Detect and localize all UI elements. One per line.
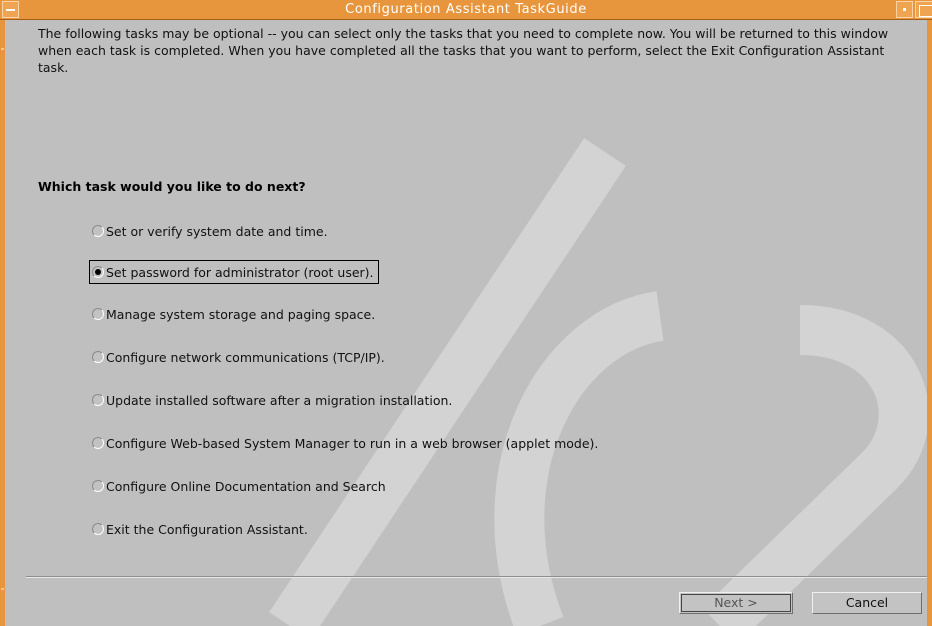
option-online-docs[interactable]: Configure Online Documentation and Searc…	[92, 476, 386, 496]
option-label: Exit the Configuration Assistant.	[106, 521, 308, 537]
maximize-icon[interactable]	[915, 1, 932, 18]
option-websm-applet[interactable]: Configure Web-based System Manager to ru…	[92, 433, 598, 453]
option-update-software[interactable]: Update installed software after a migrat…	[92, 390, 452, 410]
radio-button[interactable]	[92, 351, 104, 363]
title-bar[interactable]: Configuration Assistant TaskGuide	[0, 0, 932, 20]
option-label: Configure Web-based System Manager to ru…	[106, 435, 599, 451]
cancel-button[interactable]: Cancel	[812, 592, 922, 614]
option-label: Manage system storage and paging space.	[106, 306, 376, 322]
radio-button[interactable]	[92, 523, 104, 535]
next-button[interactable]: Next >	[679, 592, 793, 614]
task-guide-window: Configuration Assistant TaskGuide The fo…	[0, 0, 932, 626]
option-label: Set or verify system date and time.	[106, 223, 328, 239]
option-network[interactable]: Configure network communications (TCP/IP…	[92, 347, 385, 367]
window-frame-right[interactable]	[927, 20, 932, 626]
radio-button[interactable]	[92, 480, 104, 492]
divider	[26, 576, 927, 578]
window-title: Configuration Assistant TaskGuide	[345, 2, 587, 17]
radio-button[interactable]	[92, 437, 104, 449]
minimize-icon[interactable]	[896, 1, 913, 18]
option-label: Configure Online Documentation and Searc…	[106, 478, 386, 494]
task-question: Which task would you like to do next?	[38, 179, 306, 194]
intro-text: The following tasks may be optional -- y…	[38, 26, 889, 75]
option-exit[interactable]: Exit the Configuration Assistant.	[92, 519, 308, 539]
radio-button-selected[interactable]	[92, 266, 104, 278]
radio-button[interactable]	[92, 308, 104, 320]
radio-button[interactable]	[92, 225, 104, 237]
window-frame-left[interactable]	[0, 20, 5, 626]
option-label: Configure network communications (TCP/IP…	[106, 349, 385, 365]
option-storage[interactable]: Manage system storage and paging space.	[92, 304, 375, 324]
radio-button[interactable]	[92, 394, 104, 406]
option-root-password[interactable]: Set password for administrator (root use…	[89, 260, 379, 284]
option-date-time[interactable]: Set or verify system date and time.	[92, 221, 328, 241]
option-label: Set password for administrator (root use…	[106, 264, 374, 280]
option-label: Update installed software after a migrat…	[106, 392, 453, 408]
